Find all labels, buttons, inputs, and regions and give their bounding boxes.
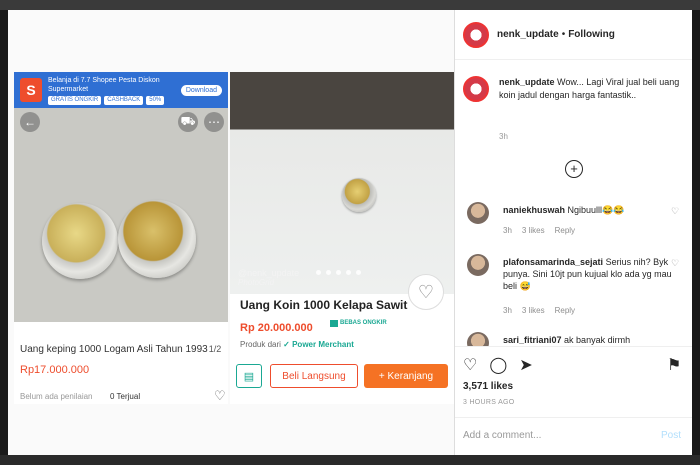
- caption-username[interactable]: nenk_update: [499, 77, 555, 87]
- page-backdrop-top: [0, 0, 700, 10]
- comment-text: plafonsamarinda_sejati Serius nih? Byk p…: [503, 256, 673, 292]
- promo-banner-title: Belanja di 7.7 Shopee Pesta Diskon Super…: [48, 76, 160, 93]
- back-arrow-icon[interactable]: ←: [20, 112, 40, 132]
- product-price: Rp17.000.000: [20, 364, 90, 376]
- coin-image: [42, 203, 118, 279]
- product-title: Uang keping 1000 Logam Asli Tahun 1993: [20, 344, 208, 355]
- comment-username[interactable]: naniekhuswah: [503, 205, 565, 215]
- buy-now-button[interactable]: Beli Langsung: [270, 364, 358, 388]
- photo-watermark: @nenk_update PhotoGrid: [238, 268, 299, 288]
- likes-count[interactable]: 3,571 likes: [463, 381, 513, 392]
- add-comment-bar: Add a comment... Post: [455, 417, 692, 456]
- comment-body: Ngibuulll😂😂: [567, 205, 625, 215]
- bookmark-icon[interactable]: ⚑: [667, 355, 681, 375]
- comment-meta: 3h 3 likes Reply: [503, 306, 575, 315]
- post-sidebar: nenk_update • Following nenk_update Wow.…: [455, 10, 692, 455]
- chat-button[interactable]: ▤: [236, 364, 262, 388]
- post-caption: nenk_update Wow... Lagi Viral jual beli …: [463, 76, 685, 102]
- comment-username[interactable]: plafonsamarinda_sejati: [503, 257, 603, 267]
- post-media: S Belanja di 7.7 Shopee Pesta Diskon Sup…: [8, 10, 455, 455]
- seller-prefix: Produk dari: [240, 340, 281, 349]
- product-card-left: S Belanja di 7.7 Shopee Pesta Diskon Sup…: [14, 72, 228, 404]
- more-icon[interactable]: ⋯: [204, 112, 224, 132]
- promo-banner-text: Belanja di 7.7 Shopee Pesta Diskon Super…: [48, 76, 175, 105]
- product-price: Rp 20.000.000: [240, 322, 313, 334]
- post-header: nenk_update • Following: [455, 10, 692, 60]
- product-title: Uang Koin 1000 Kelapa Sawit: [240, 298, 408, 312]
- power-merchant-badge: ✓ Power Merchant: [283, 340, 354, 349]
- post-comment-button[interactable]: Post: [661, 430, 681, 441]
- comment-reply[interactable]: Reply: [555, 306, 575, 315]
- carousel-dots: [316, 270, 361, 275]
- comment-username[interactable]: sari_fitriani07: [503, 335, 562, 345]
- comment-reply[interactable]: Reply: [555, 226, 575, 235]
- cart-icon[interactable]: ⛟: [178, 112, 198, 132]
- avatar[interactable]: [463, 21, 489, 48]
- comment-like-heart-icon[interactable]: ♡: [671, 206, 679, 217]
- like-heart-icon[interactable]: ♡: [463, 355, 477, 375]
- plus-circle-icon: +: [570, 161, 578, 176]
- add-to-cart-button[interactable]: + Keranjang: [364, 364, 448, 388]
- comment-input[interactable]: Add a comment...: [463, 430, 541, 441]
- promo-pill: 50%: [146, 95, 165, 105]
- watermark-app: PhotoGrid: [238, 278, 275, 287]
- comment-text: naniekhuswah Ngibuulll😂😂: [503, 204, 673, 216]
- posted-time: 3 HOURS AGO: [463, 399, 515, 406]
- merchant-label: Power Merchant: [292, 340, 354, 349]
- free-shipping-badge: BEBAS ONGKIR: [330, 320, 387, 327]
- comment-time: 3h: [503, 306, 512, 315]
- comment-text: sari_fitriani07 ak banyak dirmh: [503, 334, 673, 346]
- caption-text: nenk_update Wow... Lagi Viral jual beli …: [499, 76, 685, 102]
- comment-bubble-icon[interactable]: ◯: [489, 355, 507, 375]
- page-backdrop-bottom: [0, 455, 700, 465]
- comment-likes[interactable]: 3 likes: [522, 306, 545, 315]
- product-card-right: @nenk_update PhotoGrid ♡ Uang Koin 1000 …: [230, 72, 454, 404]
- post-modal: S Belanja di 7.7 Shopee Pesta Diskon Sup…: [8, 10, 692, 455]
- coin-image: [342, 178, 376, 212]
- share-send-icon[interactable]: ➤: [519, 355, 532, 375]
- comment-meta: 3h 3 likes Reply: [503, 226, 575, 235]
- wishlist-heart-icon[interactable]: ♡: [214, 388, 226, 404]
- shopee-logo-icon: S: [20, 78, 42, 102]
- action-icons: ♡ ◯ ➤: [463, 355, 533, 375]
- header-separator: •: [561, 29, 566, 40]
- avatar[interactable]: [463, 76, 489, 102]
- product-photo-left: ← ⛟ ⋯ 1/2: [14, 108, 228, 356]
- avatar[interactable]: [467, 254, 489, 276]
- coin-image: [118, 200, 196, 278]
- following-button[interactable]: Following: [568, 29, 615, 40]
- comment-body: ak banyak dirmh: [564, 335, 631, 345]
- wishlist-heart-icon[interactable]: ♡: [408, 274, 444, 310]
- caption-timestamp: 3h: [499, 132, 508, 141]
- seller-info: Produk dari ✓ Power Merchant: [240, 340, 354, 349]
- product-rating: Belum ada penilaian: [20, 392, 93, 401]
- comment-time: 3h: [503, 226, 512, 235]
- post-username[interactable]: nenk_update: [497, 29, 559, 40]
- product-photo-right: @nenk_update PhotoGrid: [230, 72, 454, 294]
- comment-likes[interactable]: 3 likes: [522, 226, 545, 235]
- product-sold-count: 0 Terjual: [110, 392, 141, 401]
- watermark-user: @nenk_update: [238, 268, 300, 278]
- load-more-comments-button[interactable]: +: [565, 160, 583, 178]
- chat-icon: ▤: [243, 370, 255, 383]
- promo-banner: S Belanja di 7.7 Shopee Pesta Diskon Sup…: [14, 72, 228, 108]
- promo-pill: CASHBACK: [104, 95, 144, 105]
- post-actions: ♡ ◯ ➤ ⚑ 3,571 likes 3 HOURS AGO Add a co…: [455, 346, 692, 455]
- avatar[interactable]: [467, 202, 489, 224]
- download-button[interactable]: Download: [180, 84, 222, 96]
- promo-pill: GRATIS ONGKIR: [48, 95, 102, 105]
- comment-like-heart-icon[interactable]: ♡: [671, 258, 679, 269]
